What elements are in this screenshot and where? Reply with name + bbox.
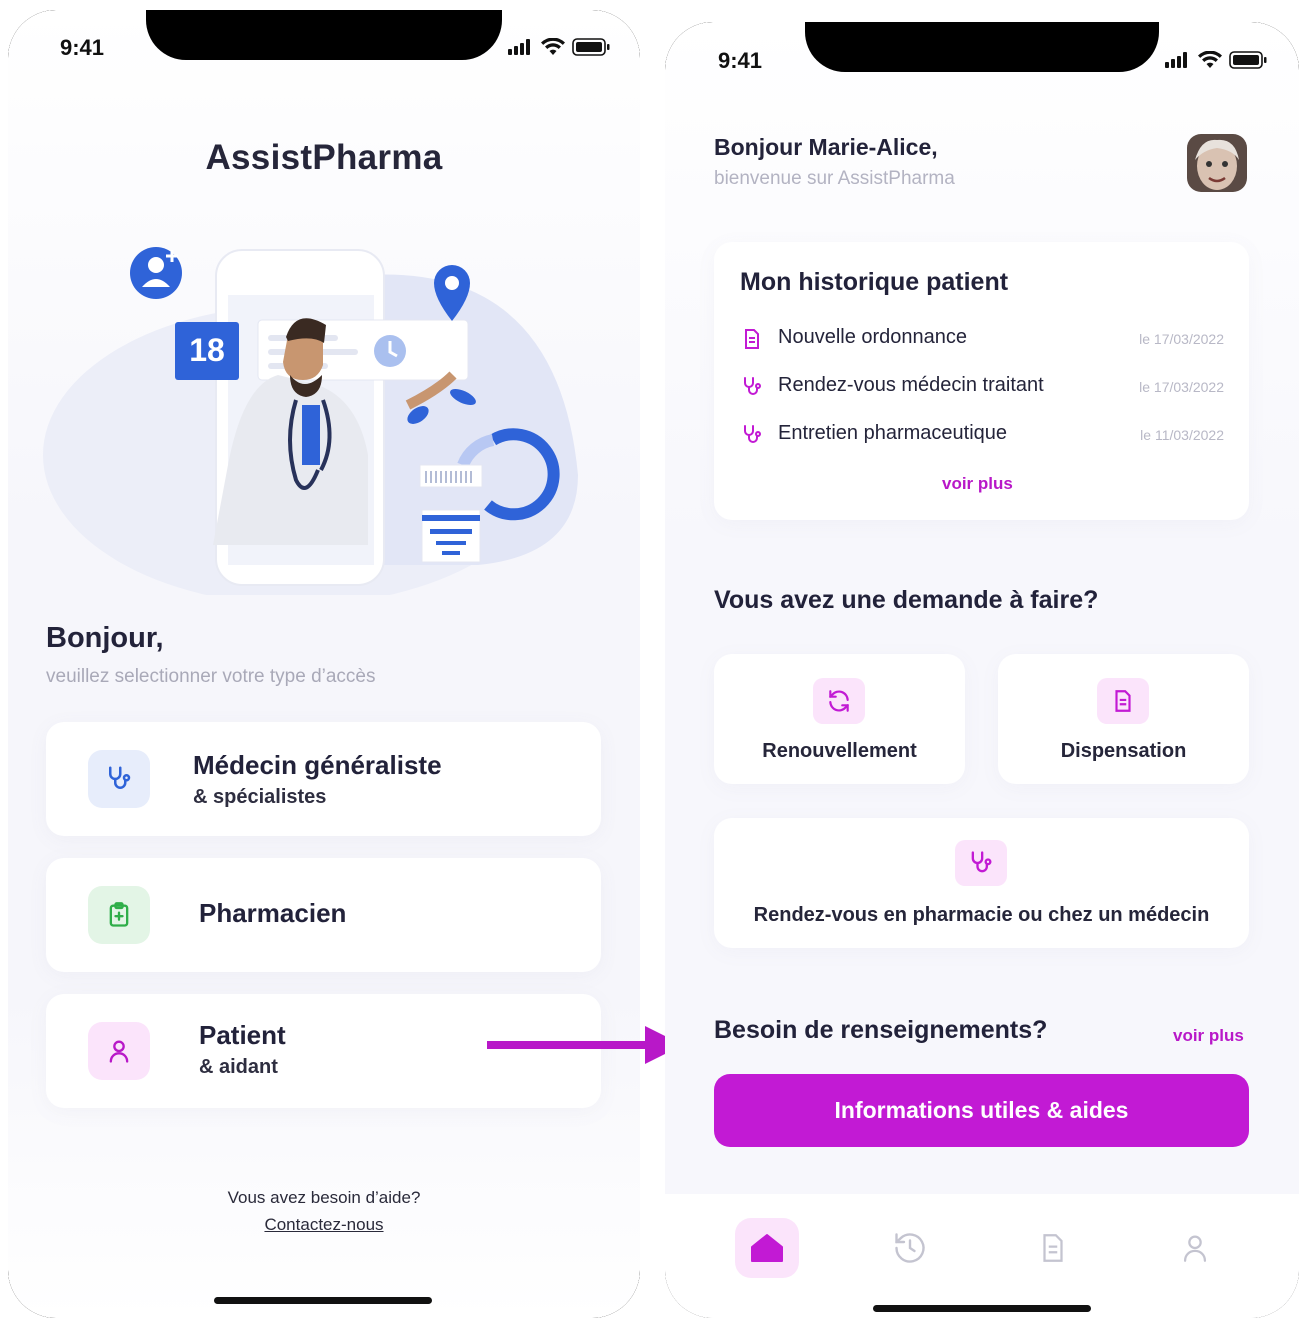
stethoscope-icon xyxy=(744,425,761,443)
home-indicator xyxy=(214,1297,432,1304)
notch xyxy=(146,10,502,60)
history-label: Rendez-vous médecin traitant xyxy=(778,374,1044,396)
patient-history-card: Mon historique patient Nouvelle ordonnan… xyxy=(714,242,1249,520)
app-title: AssistPharma xyxy=(205,138,443,177)
calendar-day: 18 xyxy=(189,332,225,368)
phone-left: 9:41 AssistPharma 18 Bonjour, veuillez s… xyxy=(8,10,640,1318)
status-time: 9:41 xyxy=(718,48,763,73)
role-title: Médecin généraliste xyxy=(193,750,442,780)
home-indicator xyxy=(873,1305,1091,1312)
clipboard-plus-icon xyxy=(88,886,150,944)
wifi-icon xyxy=(541,38,565,55)
role-subtitle: & aidant xyxy=(199,1056,278,1078)
battery-icon xyxy=(1229,51,1267,69)
welcome-subtitle: bienvenue sur AssistPharma xyxy=(714,168,955,189)
history-title: Mon historique patient xyxy=(740,268,1009,296)
doctor-illustration: 18 xyxy=(43,247,578,595)
tab-home[interactable] xyxy=(735,1218,799,1278)
tab-profile[interactable] xyxy=(1163,1218,1227,1278)
history-date: le 17/03/2022 xyxy=(1139,331,1224,347)
renewal-card[interactable]: Renouvellement xyxy=(714,654,965,784)
stethoscope-icon xyxy=(744,377,761,395)
info-title: Besoin de renseignements? xyxy=(714,1016,1048,1044)
dispensation-card[interactable]: Dispensation xyxy=(998,654,1249,784)
history-item[interactable]: Rendez-vous médecin traitant le 17/03/20… xyxy=(740,372,1224,402)
avatar[interactable] xyxy=(1187,134,1247,192)
role-title: Patient xyxy=(199,1020,286,1050)
notch xyxy=(805,22,1159,72)
document-icon xyxy=(1097,678,1149,724)
appointment-label: Rendez-vous en pharmacie ou chez un méde… xyxy=(753,904,1210,926)
useful-info-button[interactable]: Informations utiles & aides xyxy=(714,1074,1249,1147)
greeting-subtitle: veuillez selectionner votre type d’accès xyxy=(46,666,376,687)
document-icon xyxy=(745,329,759,349)
home-icon xyxy=(751,1234,783,1262)
role-subtitle: & spécialistes xyxy=(193,786,327,808)
history-date: le 11/03/2022 xyxy=(1140,427,1224,443)
history-item[interactable]: Entretien pharmaceutique le 11/03/2022 xyxy=(740,420,1224,450)
help-text: Vous avez besoin d’aide? xyxy=(227,1188,421,1207)
document-icon xyxy=(1043,1234,1063,1262)
signal-icon xyxy=(508,39,530,55)
tab-bar xyxy=(665,1194,1299,1318)
role-card-doctor[interactable]: Médecin généraliste & spécialistes xyxy=(46,722,601,836)
info-see-more-link[interactable]: voir plus xyxy=(1173,1026,1244,1046)
phone-right: 9:41 Bonjour Marie-Alice, bienvenue sur … xyxy=(665,22,1299,1318)
battery-icon xyxy=(572,38,610,56)
renewal-label: Renouvellement xyxy=(762,740,917,762)
status-icons xyxy=(508,38,610,56)
history-see-more-link[interactable]: voir plus xyxy=(942,474,1013,494)
user-icon xyxy=(88,1022,150,1080)
role-card-pharmacist[interactable]: Pharmacien xyxy=(46,858,601,972)
tab-documents[interactable] xyxy=(1021,1218,1085,1278)
user-greeting: Bonjour Marie-Alice, xyxy=(714,134,938,160)
greeting-title: Bonjour, xyxy=(46,622,164,654)
status-icons xyxy=(1165,51,1267,69)
history-label: Nouvelle ordonnance xyxy=(778,326,968,348)
history-date: le 17/03/2022 xyxy=(1139,379,1224,395)
arrow-right-icon xyxy=(487,1026,683,1064)
history-item[interactable]: Nouvelle ordonnance le 17/03/2022 xyxy=(740,324,1224,354)
history-label: Entretien pharmaceutique xyxy=(778,422,1008,444)
role-title: Pharmacien xyxy=(199,898,347,928)
tab-history[interactable] xyxy=(878,1218,942,1278)
patient-home-screen: 9:41 Bonjour Marie-Alice, bienvenue sur … xyxy=(665,22,1299,1318)
wifi-icon xyxy=(1198,51,1222,68)
dispensation-label: Dispensation xyxy=(1060,740,1187,762)
stethoscope-icon xyxy=(955,840,1007,886)
signal-icon xyxy=(1165,52,1187,68)
appointment-card[interactable]: Rendez-vous en pharmacie ou chez un méde… xyxy=(714,818,1249,948)
refresh-icon xyxy=(813,678,865,724)
history-icon xyxy=(895,1233,925,1263)
contact-link[interactable]: Contactez-nous xyxy=(8,1215,640,1235)
status-time: 9:41 xyxy=(60,35,105,60)
profile-icon xyxy=(1183,1235,1207,1262)
requests-title: Vous avez une demande à faire? xyxy=(714,586,1099,614)
stethoscope-icon xyxy=(88,750,150,808)
access-selection-screen: 9:41 AssistPharma 18 Bonjour, veuillez s… xyxy=(8,10,640,1318)
